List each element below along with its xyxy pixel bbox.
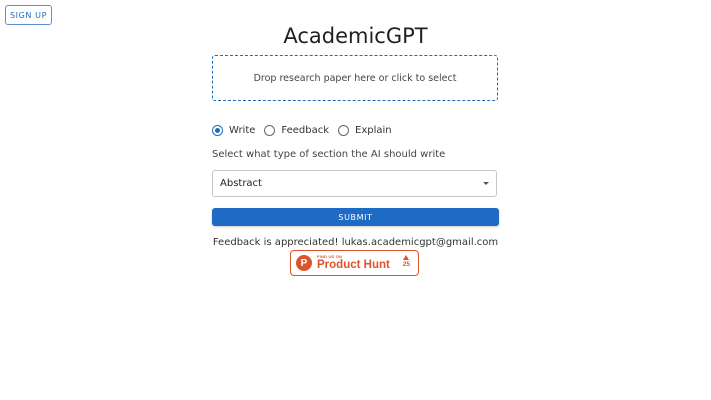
section-type-select[interactable]: Abstract	[212, 170, 497, 197]
section-type-value: Abstract	[220, 178, 262, 189]
product-hunt-name: Product Hunt	[317, 258, 390, 271]
page: SIGN UP AcademicGPT Drop research paper …	[0, 0, 711, 400]
radio-write[interactable]: Write	[212, 124, 256, 136]
dropzone-label: Drop research paper here or click to sel…	[253, 72, 457, 84]
radio-checked-icon[interactable]	[212, 124, 223, 136]
radio-feedback-label: Feedback	[281, 124, 330, 136]
product-hunt-votes: 25	[403, 255, 410, 269]
radio-write-label: Write	[229, 124, 256, 136]
upvote-icon	[403, 255, 410, 260]
page-title: AcademicGPT	[283, 24, 428, 48]
upvote-count: 25	[402, 261, 410, 268]
file-dropzone[interactable]: Drop research paper here or click to sel…	[212, 55, 498, 101]
radio-feedback[interactable]: Feedback	[264, 124, 330, 136]
radio-unchecked-icon[interactable]	[264, 124, 276, 136]
radio-unchecked-icon[interactable]	[338, 124, 350, 136]
radio-explain[interactable]: Explain	[338, 124, 392, 136]
mode-radio-group: Write Feedback Explain	[212, 123, 401, 137]
radio-explain-label: Explain	[355, 124, 392, 136]
product-hunt-logo-icon: P	[296, 255, 312, 271]
product-hunt-badge[interactable]: P FIND US ON Product Hunt 25	[290, 250, 419, 276]
sign-up-button[interactable]: SIGN UP	[5, 5, 52, 25]
section-type-label: Select what type of section the AI shoul…	[212, 149, 446, 160]
caret-down-icon	[483, 182, 489, 185]
feedback-text: Feedback is appreciated! lukas.academicg…	[212, 237, 499, 248]
submit-button[interactable]: SUBMIT	[212, 208, 499, 226]
product-hunt-text: FIND US ON Product Hunt	[317, 254, 390, 272]
